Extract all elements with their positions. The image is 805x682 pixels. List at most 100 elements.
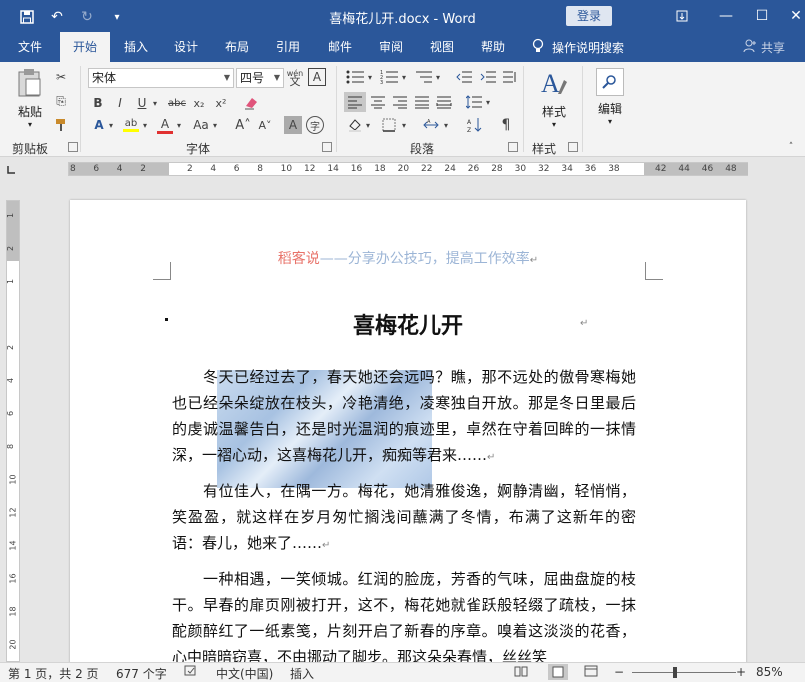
align-right-icon[interactable] xyxy=(390,92,410,112)
clear-formatting-icon[interactable] xyxy=(242,94,260,112)
input-mode[interactable]: 插入 xyxy=(290,665,314,682)
tab-review[interactable]: 审阅 xyxy=(369,32,413,62)
italic-icon[interactable]: I xyxy=(112,94,128,112)
document-header[interactable]: 稻客说——分享办公技巧，提高工作效率↵ xyxy=(70,248,746,268)
shading-dropdown-icon[interactable]: ▾ xyxy=(364,116,372,134)
align-center-icon[interactable] xyxy=(368,92,388,112)
asian-layout-icon[interactable]: A xyxy=(420,116,442,134)
font-color-dropdown-icon[interactable]: ▾ xyxy=(174,116,184,134)
paragraph-launcher-icon[interactable] xyxy=(508,142,518,152)
tab-view[interactable]: 视图 xyxy=(420,32,464,62)
shrink-font-icon[interactable]: A˅ xyxy=(256,116,274,134)
decrease-indent-icon[interactable] xyxy=(454,68,474,86)
tab-home[interactable]: 开始 xyxy=(60,32,110,62)
proofing-icon[interactable] xyxy=(184,665,198,680)
tab-references[interactable]: 引用 xyxy=(266,32,310,62)
font-launcher-icon[interactable] xyxy=(322,142,332,152)
close-icon[interactable]: ✕ xyxy=(774,0,805,32)
tab-insert[interactable]: 插入 xyxy=(114,32,158,62)
paragraph-3[interactable]: 一种相遇，一笑倾城。红润的脸庞，芳香的气味，屈曲盘旋的枝干。早春的扉页刚被打开，… xyxy=(172,566,636,670)
zoom-out-icon[interactable]: − xyxy=(614,665,624,679)
zoom-level[interactable]: 85% xyxy=(756,665,783,679)
superscript-icon[interactable]: x² xyxy=(212,94,230,112)
multilevel-dropdown-icon[interactable]: ▾ xyxy=(434,68,442,86)
tab-help[interactable]: 帮助 xyxy=(471,32,515,62)
styles-launcher-icon[interactable] xyxy=(568,142,578,152)
underline-icon[interactable]: U xyxy=(134,94,150,112)
editing-button[interactable]: 编辑 ▾ xyxy=(590,68,630,134)
zoom-in-icon[interactable]: + xyxy=(736,665,746,679)
line-spacing-icon[interactable] xyxy=(464,92,484,112)
enclose-characters-icon[interactable]: 字 xyxy=(306,116,324,134)
zoom-slider-thumb[interactable] xyxy=(673,667,678,678)
share-button[interactable]: 共享 xyxy=(743,32,785,62)
collapse-ribbon-icon[interactable]: ˄ xyxy=(784,142,798,152)
borders-icon[interactable] xyxy=(378,116,400,134)
customize-icon[interactable]: ▾ xyxy=(104,6,130,28)
font-color-icon[interactable]: A xyxy=(156,116,174,134)
paragraph-2[interactable]: 有位佳人，在隅一方。梅花，她清雅俊逸，婀静清幽，轻悄悄，笑盈盈，就这样在岁月匆忙… xyxy=(172,478,636,559)
justify-icon[interactable] xyxy=(412,92,432,112)
character-border-icon[interactable]: A xyxy=(308,68,326,86)
cut-icon[interactable]: ✂ xyxy=(52,68,70,86)
copy-icon[interactable]: ⎘ xyxy=(52,92,70,110)
language[interactable]: 中文(中国) xyxy=(216,665,273,682)
paste-button[interactable]: 粘贴 ▾ xyxy=(14,68,46,129)
tab-file[interactable]: 文件 xyxy=(8,32,52,62)
read-mode-icon[interactable] xyxy=(514,665,528,680)
redo-icon[interactable]: ↻ xyxy=(74,6,100,28)
print-layout-icon[interactable] xyxy=(548,664,568,680)
highlight-icon[interactable]: ab xyxy=(122,116,140,134)
character-shading-icon[interactable]: A xyxy=(284,116,302,134)
vertical-scrollbar[interactable] xyxy=(791,200,803,662)
login-button[interactable]: 登录 xyxy=(566,6,612,26)
web-layout-icon[interactable] xyxy=(584,665,598,680)
document-title[interactable]: 喜梅花儿开 xyxy=(70,308,746,340)
tab-design[interactable]: 设计 xyxy=(164,32,208,62)
font-size-select[interactable]: 四号 ▼ xyxy=(236,68,284,88)
bullets-dropdown-icon[interactable]: ▾ xyxy=(366,68,374,86)
asian-layout-dropdown-icon[interactable]: ▾ xyxy=(442,116,450,134)
styles-button[interactable]: A 样式 ▾ xyxy=(534,68,574,134)
change-case-icon[interactable]: Aa xyxy=(190,116,212,134)
subscript-icon[interactable]: x₂ xyxy=(190,94,208,112)
tab-layout[interactable]: 布局 xyxy=(215,32,259,62)
change-case-dropdown-icon[interactable]: ▾ xyxy=(210,116,220,134)
underline-dropdown-icon[interactable]: ▾ xyxy=(150,94,160,112)
show-marks-icon[interactable]: ¶ xyxy=(496,116,516,134)
ribbon-display-icon[interactable] xyxy=(660,0,704,32)
align-left-icon[interactable] xyxy=(344,92,366,112)
zoom-slider[interactable] xyxy=(632,672,736,673)
increase-indent-icon[interactable] xyxy=(478,68,498,86)
horizontal-ruler[interactable]: 8 6 4 2 2 4 6 8 10 12 14 16 18 20 22 24 26 28 30 32 34 36 38 42… xyxy=(68,162,748,176)
tab-mailings[interactable]: 邮件 xyxy=(318,32,362,62)
bullets-icon[interactable] xyxy=(344,68,366,86)
distributed-icon[interactable] xyxy=(434,92,454,112)
numbering-dropdown-icon[interactable]: ▾ xyxy=(400,68,408,86)
strikethrough-icon[interactable]: abc xyxy=(166,94,188,112)
format-painter-icon[interactable] xyxy=(52,116,70,134)
tab-selector[interactable] xyxy=(0,158,22,180)
highlight-dropdown-icon[interactable]: ▾ xyxy=(140,116,150,134)
document-page[interactable]: 稻客说——分享办公技巧，提高工作效率↵ 喜梅花儿开 ↵ 冬天已经过去了，春天她还… xyxy=(70,200,746,670)
phonetic-guide-icon[interactable]: wén 文 xyxy=(286,68,304,88)
chinese-layout-icon[interactable] xyxy=(500,68,520,86)
page-count[interactable]: 第 1 页，共 2 页 xyxy=(8,665,99,682)
bold-icon[interactable]: B xyxy=(90,94,106,112)
multilevel-list-icon[interactable] xyxy=(412,68,434,86)
save-icon[interactable] xyxy=(14,6,40,28)
line-spacing-dropdown-icon[interactable]: ▾ xyxy=(484,92,492,112)
numbering-icon[interactable]: 123 xyxy=(378,68,400,86)
borders-dropdown-icon[interactable]: ▾ xyxy=(400,116,408,134)
paragraph-1[interactable]: 冬天已经过去了，春天她还会远吗？瞧，那不远处的傲骨寒梅她也已经朵朵绽放在枝头，冷… xyxy=(172,364,636,471)
text-effects-dropdown-icon[interactable]: ▾ xyxy=(106,116,116,134)
undo-icon[interactable]: ↶ xyxy=(44,6,70,28)
word-count[interactable]: 677 个字 xyxy=(116,665,167,682)
tell-me-search[interactable]: 操作说明搜索 xyxy=(532,32,624,62)
vertical-ruler[interactable]: 1 2 1 2 4 6 8 10 12 14 16 18 20 xyxy=(6,200,20,662)
font-name-select[interactable]: 宋体 ▼ xyxy=(88,68,234,88)
grow-font-icon[interactable]: A˄ xyxy=(234,116,252,134)
sort-icon[interactable]: AZ xyxy=(464,116,484,134)
shading-icon[interactable] xyxy=(344,116,366,134)
clipboard-launcher-icon[interactable] xyxy=(68,142,78,152)
